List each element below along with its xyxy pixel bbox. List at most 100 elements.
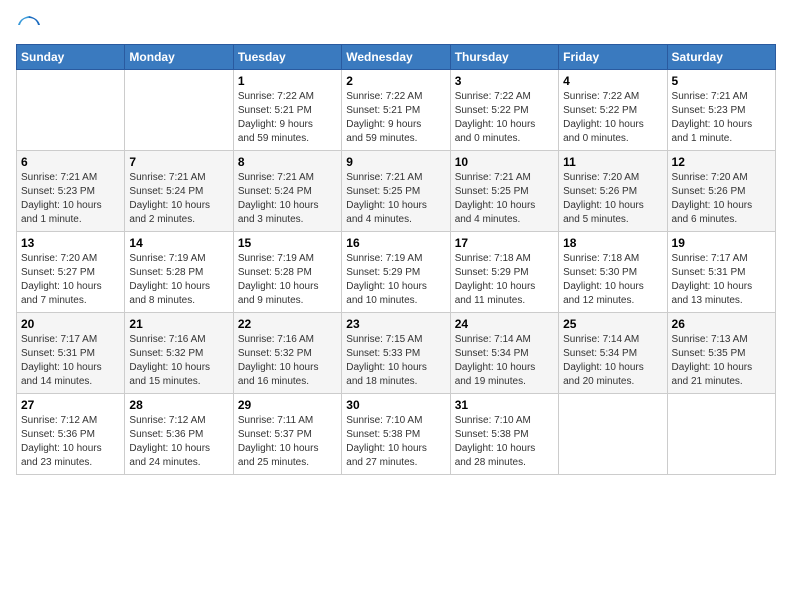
calendar-day-cell: 22 Sunrise: 7:16 AM Sunset: 5:32 PM Dayli… — [233, 313, 341, 394]
day-number: 30 — [346, 398, 445, 412]
day-number: 4 — [563, 74, 662, 88]
day-number: 1 — [238, 74, 337, 88]
day-number: 19 — [672, 236, 771, 250]
day-number: 20 — [21, 317, 120, 331]
day-info: Sunrise: 7:19 AM Sunset: 5:29 PM Dayligh… — [346, 252, 445, 308]
weekday-header-wednesday: Wednesday — [342, 45, 450, 70]
day-info: Sunrise: 7:12 AM Sunset: 5:36 PM Dayligh… — [129, 414, 228, 470]
calendar-day-cell: 13 Sunrise: 7:20 AM Sunset: 5:27 PM Dayli… — [17, 232, 125, 313]
calendar-day-cell: 16 Sunrise: 7:19 AM Sunset: 5:29 PM Dayli… — [342, 232, 450, 313]
day-info: Sunrise: 7:20 AM Sunset: 5:26 PM Dayligh… — [672, 171, 771, 227]
day-number: 7 — [129, 155, 228, 169]
day-number: 22 — [238, 317, 337, 331]
day-info: Sunrise: 7:10 AM Sunset: 5:38 PM Dayligh… — [455, 414, 554, 470]
page-header — [16, 16, 776, 38]
calendar-week-row: 1 Sunrise: 7:22 AM Sunset: 5:21 PM Daylig… — [17, 70, 776, 151]
day-number: 5 — [672, 74, 771, 88]
calendar-day-cell: 4 Sunrise: 7:22 AM Sunset: 5:22 PM Daylig… — [559, 70, 667, 151]
day-number: 21 — [129, 317, 228, 331]
calendar-week-row: 27 Sunrise: 7:12 AM Sunset: 5:36 PM Dayli… — [17, 394, 776, 475]
day-number: 16 — [346, 236, 445, 250]
day-info: Sunrise: 7:22 AM Sunset: 5:21 PM Dayligh… — [346, 90, 445, 146]
day-info: Sunrise: 7:19 AM Sunset: 5:28 PM Dayligh… — [129, 252, 228, 308]
day-info: Sunrise: 7:14 AM Sunset: 5:34 PM Dayligh… — [563, 333, 662, 389]
day-number: 9 — [346, 155, 445, 169]
calendar-day-cell — [559, 394, 667, 475]
day-number: 13 — [21, 236, 120, 250]
day-number: 15 — [238, 236, 337, 250]
calendar-day-cell — [667, 394, 775, 475]
weekday-header-saturday: Saturday — [667, 45, 775, 70]
day-number: 27 — [21, 398, 120, 412]
calendar-day-cell — [17, 70, 125, 151]
day-info: Sunrise: 7:10 AM Sunset: 5:38 PM Dayligh… — [346, 414, 445, 470]
calendar-day-cell: 31 Sunrise: 7:10 AM Sunset: 5:38 PM Dayli… — [450, 394, 558, 475]
calendar-day-cell: 17 Sunrise: 7:18 AM Sunset: 5:29 PM Dayli… — [450, 232, 558, 313]
day-number: 3 — [455, 74, 554, 88]
calendar-week-row: 6Sunrise: 7:21 AM Sunset: 5:23 PM Daylig… — [17, 151, 776, 232]
calendar-day-cell: 14 Sunrise: 7:19 AM Sunset: 5:28 PM Dayli… — [125, 232, 233, 313]
day-info: Sunrise: 7:19 AM Sunset: 5:28 PM Dayligh… — [238, 252, 337, 308]
day-info: Sunrise: 7:16 AM Sunset: 5:32 PM Dayligh… — [129, 333, 228, 389]
calendar-day-cell: 8 Sunrise: 7:21 AM Sunset: 5:24 PM Daylig… — [233, 151, 341, 232]
day-info: Sunrise: 7:21 AM Sunset: 5:25 PM Dayligh… — [455, 171, 554, 227]
logo — [16, 16, 40, 38]
day-info: Sunrise: 7:22 AM Sunset: 5:21 PM Dayligh… — [238, 90, 337, 146]
calendar-day-cell: 2 Sunrise: 7:22 AM Sunset: 5:21 PM Daylig… — [342, 70, 450, 151]
calendar-table: SundayMondayTuesdayWednesdayThursdayFrid… — [16, 44, 776, 475]
calendar-day-cell: 23 Sunrise: 7:15 AM Sunset: 5:33 PM Dayli… — [342, 313, 450, 394]
day-info: Sunrise: 7:14 AM Sunset: 5:34 PM Dayligh… — [455, 333, 554, 389]
day-info: Sunrise: 7:18 AM Sunset: 5:29 PM Dayligh… — [455, 252, 554, 308]
calendar-day-cell — [125, 70, 233, 151]
day-info: Sunrise: 7:20 AM Sunset: 5:27 PM Dayligh… — [21, 252, 120, 308]
calendar-day-cell: 19Sunrise: 7:17 AM Sunset: 5:31 PM Dayli… — [667, 232, 775, 313]
weekday-header-monday: Monday — [125, 45, 233, 70]
day-number: 10 — [455, 155, 554, 169]
day-info: Sunrise: 7:21 AM Sunset: 5:25 PM Dayligh… — [346, 171, 445, 227]
calendar-day-cell: 18 Sunrise: 7:18 AM Sunset: 5:30 PM Dayli… — [559, 232, 667, 313]
calendar-day-cell: 6Sunrise: 7:21 AM Sunset: 5:23 PM Daylig… — [17, 151, 125, 232]
day-number: 31 — [455, 398, 554, 412]
day-number: 24 — [455, 317, 554, 331]
calendar-day-cell: 15 Sunrise: 7:19 AM Sunset: 5:28 PM Dayli… — [233, 232, 341, 313]
logo-icon — [18, 16, 40, 38]
day-number: 11 — [563, 155, 662, 169]
calendar-day-cell: 9 Sunrise: 7:21 AM Sunset: 5:25 PM Daylig… — [342, 151, 450, 232]
calendar-day-cell: 3Sunrise: 7:22 AM Sunset: 5:22 PM Daylig… — [450, 70, 558, 151]
day-info: Sunrise: 7:22 AM Sunset: 5:22 PM Dayligh… — [563, 90, 662, 146]
calendar-day-cell: 20 Sunrise: 7:17 AM Sunset: 5:31 PM Dayli… — [17, 313, 125, 394]
day-number: 18 — [563, 236, 662, 250]
day-number: 23 — [346, 317, 445, 331]
day-info: Sunrise: 7:21 AM Sunset: 5:23 PM Dayligh… — [672, 90, 771, 146]
calendar-header-row: SundayMondayTuesdayWednesdayThursdayFrid… — [17, 45, 776, 70]
calendar-week-row: 13 Sunrise: 7:20 AM Sunset: 5:27 PM Dayli… — [17, 232, 776, 313]
day-number: 25 — [563, 317, 662, 331]
calendar-day-cell: 10 Sunrise: 7:21 AM Sunset: 5:25 PM Dayli… — [450, 151, 558, 232]
calendar-day-cell: 30 Sunrise: 7:10 AM Sunset: 5:38 PM Dayli… — [342, 394, 450, 475]
day-number: 2 — [346, 74, 445, 88]
day-info: Sunrise: 7:15 AM Sunset: 5:33 PM Dayligh… — [346, 333, 445, 389]
day-info: Sunrise: 7:11 AM Sunset: 5:37 PM Dayligh… — [238, 414, 337, 470]
calendar-day-cell: 28 Sunrise: 7:12 AM Sunset: 5:36 PM Dayli… — [125, 394, 233, 475]
calendar-day-cell: 11 Sunrise: 7:20 AM Sunset: 5:26 PM Dayli… — [559, 151, 667, 232]
day-number: 17 — [455, 236, 554, 250]
calendar-day-cell: 25 Sunrise: 7:14 AM Sunset: 5:34 PM Dayli… — [559, 313, 667, 394]
weekday-header-sunday: Sunday — [17, 45, 125, 70]
day-info: Sunrise: 7:18 AM Sunset: 5:30 PM Dayligh… — [563, 252, 662, 308]
day-info: Sunrise: 7:21 AM Sunset: 5:23 PM Dayligh… — [21, 171, 120, 227]
calendar-day-cell: 27 Sunrise: 7:12 AM Sunset: 5:36 PM Dayli… — [17, 394, 125, 475]
weekday-header-thursday: Thursday — [450, 45, 558, 70]
day-number: 28 — [129, 398, 228, 412]
day-number: 8 — [238, 155, 337, 169]
day-number: 14 — [129, 236, 228, 250]
calendar-day-cell: 7Sunrise: 7:21 AM Sunset: 5:24 PM Daylig… — [125, 151, 233, 232]
calendar-day-cell: 21 Sunrise: 7:16 AM Sunset: 5:32 PM Dayli… — [125, 313, 233, 394]
day-info: Sunrise: 7:16 AM Sunset: 5:32 PM Dayligh… — [238, 333, 337, 389]
day-info: Sunrise: 7:20 AM Sunset: 5:26 PM Dayligh… — [563, 171, 662, 227]
day-info: Sunrise: 7:17 AM Sunset: 5:31 PM Dayligh… — [21, 333, 120, 389]
day-info: Sunrise: 7:12 AM Sunset: 5:36 PM Dayligh… — [21, 414, 120, 470]
day-number: 29 — [238, 398, 337, 412]
calendar-day-cell: 1 Sunrise: 7:22 AM Sunset: 5:21 PM Daylig… — [233, 70, 341, 151]
calendar-day-cell: 12Sunrise: 7:20 AM Sunset: 5:26 PM Dayli… — [667, 151, 775, 232]
day-info: Sunrise: 7:21 AM Sunset: 5:24 PM Dayligh… — [238, 171, 337, 227]
